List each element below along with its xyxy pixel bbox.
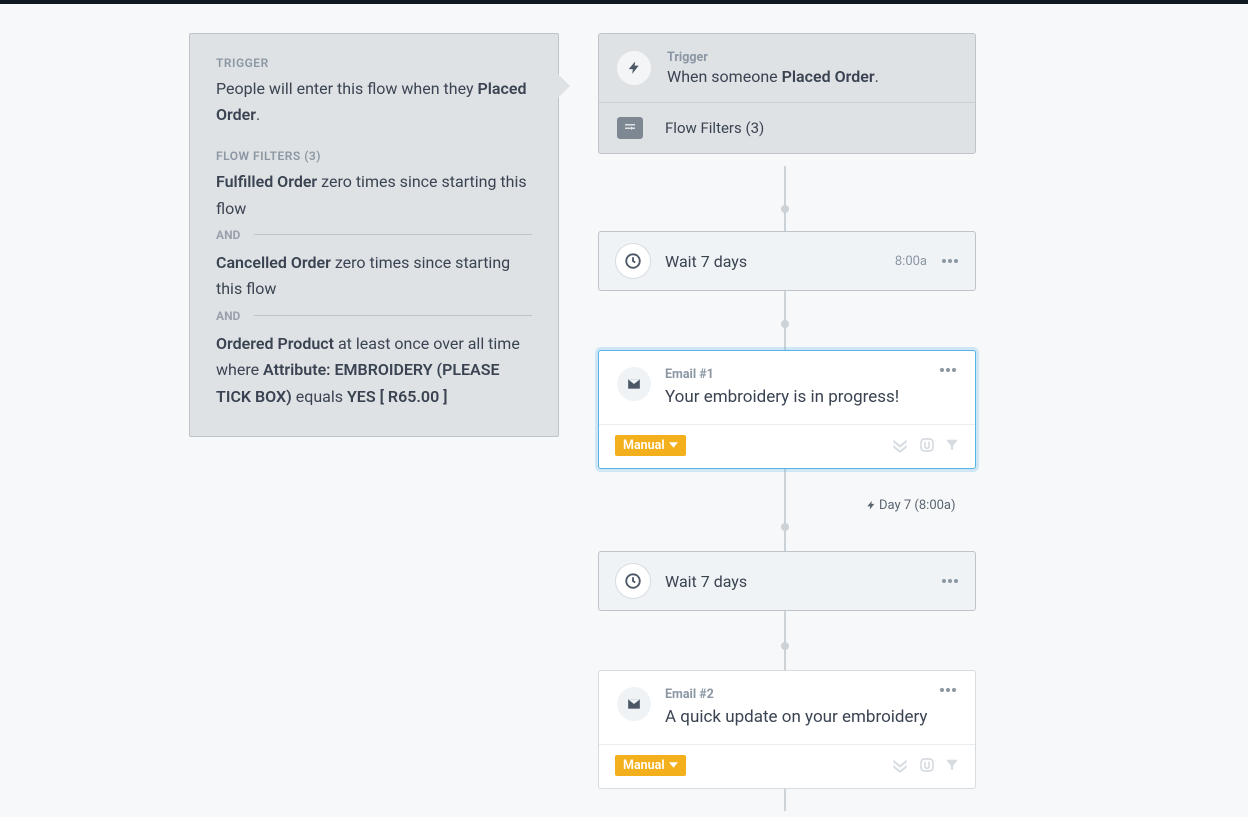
trigger-text-prefix: When someone	[667, 67, 782, 86]
email-label: Email #2	[665, 687, 939, 702]
more-icon[interactable]	[939, 367, 957, 373]
utm-icon	[919, 437, 935, 453]
wait-node[interactable]: Wait 7 days 8:00a	[598, 231, 976, 291]
and-divider: AND	[216, 228, 532, 242]
lightning-icon	[617, 51, 651, 85]
flow-filter-item: Cancelled Order zero times since startin…	[216, 250, 532, 303]
day-tag-text: Day 7 (8:00a)	[879, 498, 956, 513]
trigger-text-prefix: People will enter this flow when they	[216, 79, 477, 98]
more-icon[interactable]	[941, 578, 959, 584]
email-node[interactable]: Email #2 A quick update on your embroide…	[598, 670, 976, 789]
more-icon[interactable]	[939, 687, 957, 693]
trigger-section-label: TRIGGER	[216, 56, 532, 70]
smart-send-icon	[891, 757, 909, 773]
caret-down-icon	[669, 442, 678, 448]
envelope-icon	[617, 367, 651, 401]
utm-icon	[919, 757, 935, 773]
status-pill[interactable]: Manual	[615, 755, 686, 776]
wait-text: Wait 7 days	[665, 252, 895, 271]
trigger-description: People will enter this flow when they Pl…	[216, 76, 532, 127]
filter-bold: YES [ R65.00 ]	[347, 387, 448, 406]
flow-filters-section-label: FLOW FILTERS (3)	[216, 149, 532, 163]
flow-dot	[781, 320, 789, 328]
trigger-details-panel: TRIGGER People will enter this flow when…	[189, 33, 559, 437]
clock-icon	[615, 563, 651, 599]
flow-filters-label: Flow Filters (3)	[665, 119, 764, 137]
and-label: AND	[216, 309, 240, 323]
flow-filters-icon	[617, 117, 643, 139]
trigger-node[interactable]: Trigger When someone Placed Order. Flow …	[598, 33, 976, 154]
trigger-node-filters-row[interactable]: Flow Filters (3)	[599, 103, 975, 153]
email-node[interactable]: Email #1 Your embroidery is in progress!…	[598, 350, 976, 469]
flow-dot	[781, 642, 789, 650]
flow-filter-item: Fulfilled Order zero times since startin…	[216, 169, 532, 222]
envelope-icon	[617, 687, 651, 721]
wait-text: Wait 7 days	[665, 572, 941, 591]
filter-bold: Cancelled Order	[216, 253, 331, 272]
clock-icon	[615, 243, 651, 279]
filter-bold: Ordered Product	[216, 334, 334, 353]
email-label: Email #1	[665, 367, 939, 382]
filter-text: equals	[292, 387, 347, 406]
email-subject: A quick update on your embroidery	[665, 706, 939, 730]
caret-down-icon	[669, 762, 678, 768]
top-border	[0, 0, 1248, 4]
and-divider: AND	[216, 309, 532, 323]
smart-send-icon	[891, 437, 909, 453]
day-tag: Day 7 (8:00a)	[866, 498, 956, 513]
lightning-icon	[866, 499, 876, 512]
filter-icon	[945, 437, 959, 453]
flow-filter-item: Ordered Product at least once over all t…	[216, 331, 532, 410]
email-subject: Your embroidery is in progress!	[665, 386, 939, 410]
trigger-text-bold: Placed Order	[782, 67, 875, 86]
trigger-label: Trigger	[667, 50, 879, 65]
flow-dot	[781, 205, 789, 213]
trigger-node-header[interactable]: Trigger When someone Placed Order.	[599, 34, 975, 102]
flow-dot	[781, 523, 789, 531]
status-pill[interactable]: Manual	[615, 435, 686, 456]
more-icon[interactable]	[941, 258, 959, 264]
wait-time: 8:00a	[895, 254, 927, 269]
status-text: Manual	[623, 438, 665, 453]
status-text: Manual	[623, 758, 665, 773]
filter-icon	[945, 757, 959, 773]
wait-node[interactable]: Wait 7 days	[598, 551, 976, 611]
trigger-summary: When someone Placed Order.	[667, 67, 879, 86]
filter-bold: Fulfilled Order	[216, 172, 317, 191]
and-label: AND	[216, 228, 240, 242]
